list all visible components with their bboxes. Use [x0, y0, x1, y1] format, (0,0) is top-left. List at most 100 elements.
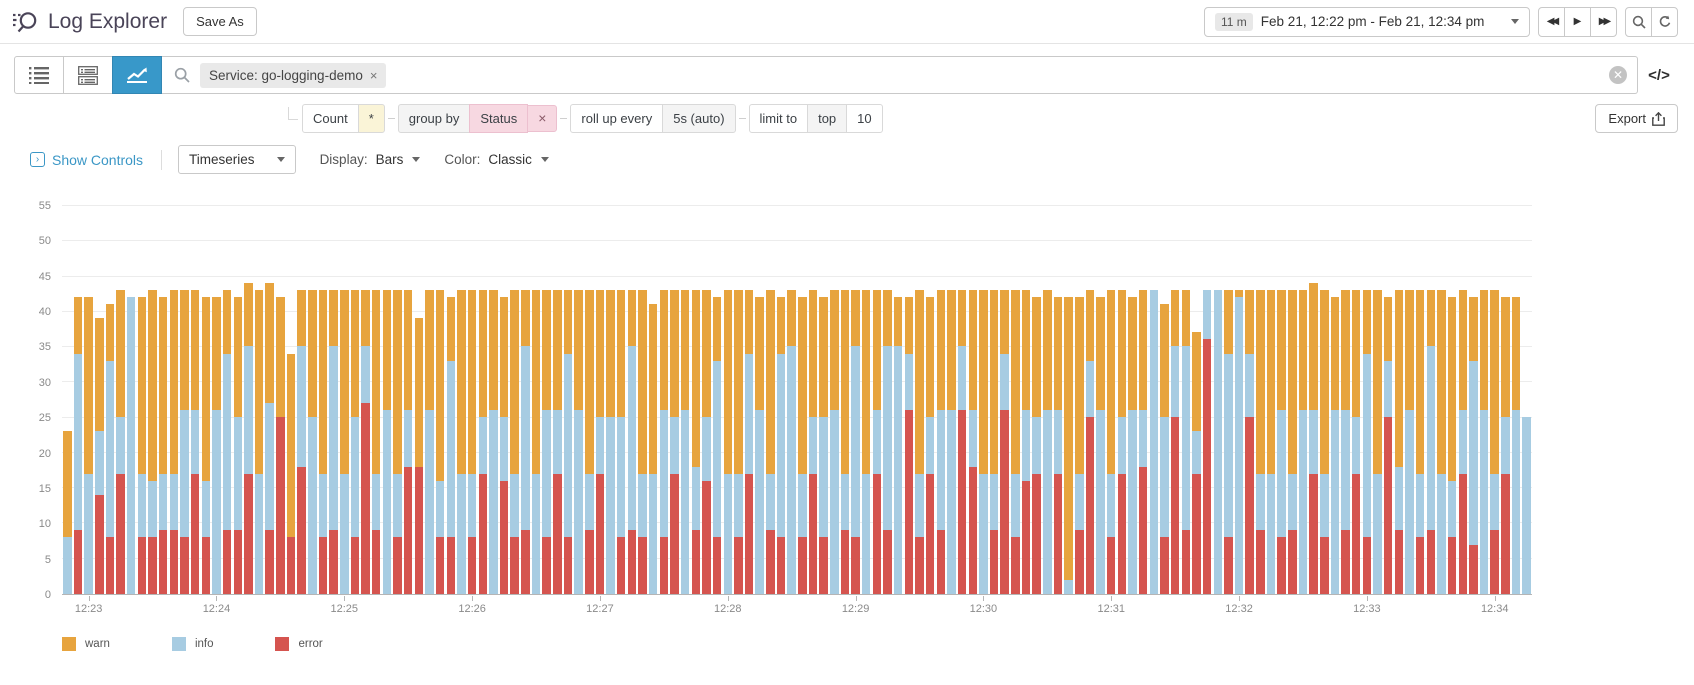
group-by-label-pill[interactable]: group by — [398, 104, 471, 133]
graph-type-select[interactable]: Timeseries — [178, 145, 296, 174]
chart-bar[interactable] — [138, 297, 147, 594]
chart-bar[interactable] — [223, 290, 232, 594]
chart-bar[interactable] — [883, 290, 892, 594]
chart-bar[interactable] — [1437, 290, 1446, 594]
chart-bar[interactable] — [1107, 290, 1116, 594]
chart-bar[interactable] — [361, 290, 370, 594]
rollup-label-pill[interactable]: roll up every — [570, 104, 663, 133]
chart-bar[interactable] — [969, 290, 978, 594]
chart-bar[interactable] — [1288, 290, 1297, 594]
chart-bar[interactable] — [351, 290, 360, 594]
chart-bar[interactable] — [1160, 304, 1169, 594]
chart-plot[interactable] — [62, 206, 1532, 595]
chart-bar[interactable] — [851, 290, 860, 594]
chart-bar[interactable] — [1363, 290, 1372, 594]
chart-bar[interactable] — [1096, 297, 1105, 594]
chart-bar[interactable] — [564, 290, 573, 594]
chart-bar[interactable] — [553, 290, 562, 594]
chart-bar[interactable] — [489, 290, 498, 594]
view-graph-button[interactable] — [112, 56, 162, 94]
chart-bar[interactable] — [692, 290, 701, 594]
view-list-button[interactable] — [14, 56, 64, 94]
chart-bar[interactable] — [1469, 297, 1478, 594]
chart-bar[interactable] — [702, 290, 711, 594]
refresh-button[interactable] — [1651, 7, 1678, 37]
chart-bar[interactable] — [894, 297, 903, 594]
legend-item-error[interactable]: error — [275, 637, 322, 651]
chart-bar[interactable] — [468, 290, 477, 594]
code-view-button[interactable]: </> — [1638, 56, 1680, 94]
chart-bar[interactable] — [340, 290, 349, 594]
chart-bar[interactable] — [297, 290, 306, 594]
time-forward-button[interactable]: ▶▶ — [1590, 7, 1617, 37]
remove-group-by-button[interactable]: × — [527, 105, 557, 132]
chart-bar[interactable] — [1128, 297, 1137, 594]
chart-bar[interactable] — [628, 290, 637, 594]
chart-bar[interactable] — [202, 297, 211, 594]
chart-bar[interactable] — [1512, 297, 1521, 594]
remove-filter-icon[interactable]: × — [370, 68, 378, 83]
chart-bar[interactable] — [372, 290, 381, 594]
chart-bar[interactable] — [574, 290, 583, 594]
chart-bar[interactable] — [958, 290, 967, 594]
chart-bar[interactable] — [713, 297, 722, 594]
chart-bar[interactable] — [1267, 290, 1276, 594]
chart-bar[interactable] — [585, 290, 594, 594]
aggregation-pill[interactable]: Count — [302, 104, 359, 133]
chart-bar[interactable] — [1352, 290, 1361, 594]
chart-bar[interactable] — [649, 304, 658, 594]
chart-bar[interactable] — [159, 297, 168, 594]
chart-bar[interactable] — [745, 290, 754, 594]
rollup-value-pill[interactable]: 5s (auto) — [662, 104, 735, 133]
color-select[interactable]: Classic — [488, 152, 549, 167]
chart-bar[interactable] — [415, 318, 424, 594]
chart-bar[interactable] — [319, 290, 328, 594]
chart-bar[interactable] — [1000, 290, 1009, 594]
chart-bar[interactable] — [1054, 297, 1063, 594]
chart-bar[interactable] — [830, 290, 839, 594]
chart-bar[interactable] — [1405, 290, 1414, 594]
chart-bar[interactable] — [787, 290, 796, 594]
chart-bar[interactable] — [308, 290, 317, 594]
legend-item-info[interactable]: info — [172, 637, 214, 651]
chart-bar[interactable] — [1427, 290, 1436, 594]
chart-bar[interactable] — [1022, 290, 1031, 594]
chart-bar[interactable] — [1171, 290, 1180, 594]
chart-bar[interactable] — [862, 290, 871, 594]
chart-bar[interactable] — [1192, 332, 1201, 594]
chart-bar[interactable] — [1118, 290, 1127, 594]
measure-pill[interactable]: * — [358, 104, 385, 133]
chart-bar[interactable] — [1320, 290, 1329, 594]
search-filter-pill[interactable]: Service: go-logging-demo × — [200, 63, 386, 88]
chart-bar[interactable] — [681, 290, 690, 594]
chart-bar[interactable] — [95, 318, 104, 594]
chart-bar[interactable] — [1395, 290, 1404, 594]
chart-bar[interactable] — [1341, 290, 1350, 594]
chart-bar[interactable] — [819, 297, 828, 594]
chart-bar[interactable] — [180, 290, 189, 594]
chart-bar[interactable] — [532, 290, 541, 594]
chart-bar[interactable] — [660, 290, 669, 594]
chart-bar[interactable] — [596, 290, 605, 594]
chart-bar[interactable] — [393, 290, 402, 594]
chart-bar[interactable] — [734, 290, 743, 594]
chart-bar[interactable] — [191, 290, 200, 594]
chart-bar[interactable] — [905, 297, 914, 594]
chart-bar[interactable] — [500, 297, 509, 594]
chart-bar[interactable] — [1480, 290, 1489, 594]
chart-bar[interactable] — [1203, 290, 1212, 594]
search-input[interactable]: Service: go-logging-demo × ✕ — [162, 56, 1638, 94]
chart-bar[interactable] — [766, 290, 775, 594]
chart-bar[interactable] — [724, 290, 733, 594]
chart-bar[interactable] — [1416, 290, 1425, 594]
limit-value-pill[interactable]: 10 — [846, 104, 882, 133]
chart-bar[interactable] — [1224, 290, 1233, 594]
chart-bar[interactable] — [510, 290, 519, 594]
chart-bar[interactable] — [74, 297, 83, 594]
chart-bar[interactable] — [915, 290, 924, 594]
chart-bar[interactable] — [244, 283, 253, 594]
chart-bar[interactable] — [276, 297, 285, 594]
chart-bar[interactable] — [1235, 290, 1244, 594]
chart-bar[interactable] — [1075, 297, 1084, 594]
chart-bar[interactable] — [148, 290, 157, 594]
